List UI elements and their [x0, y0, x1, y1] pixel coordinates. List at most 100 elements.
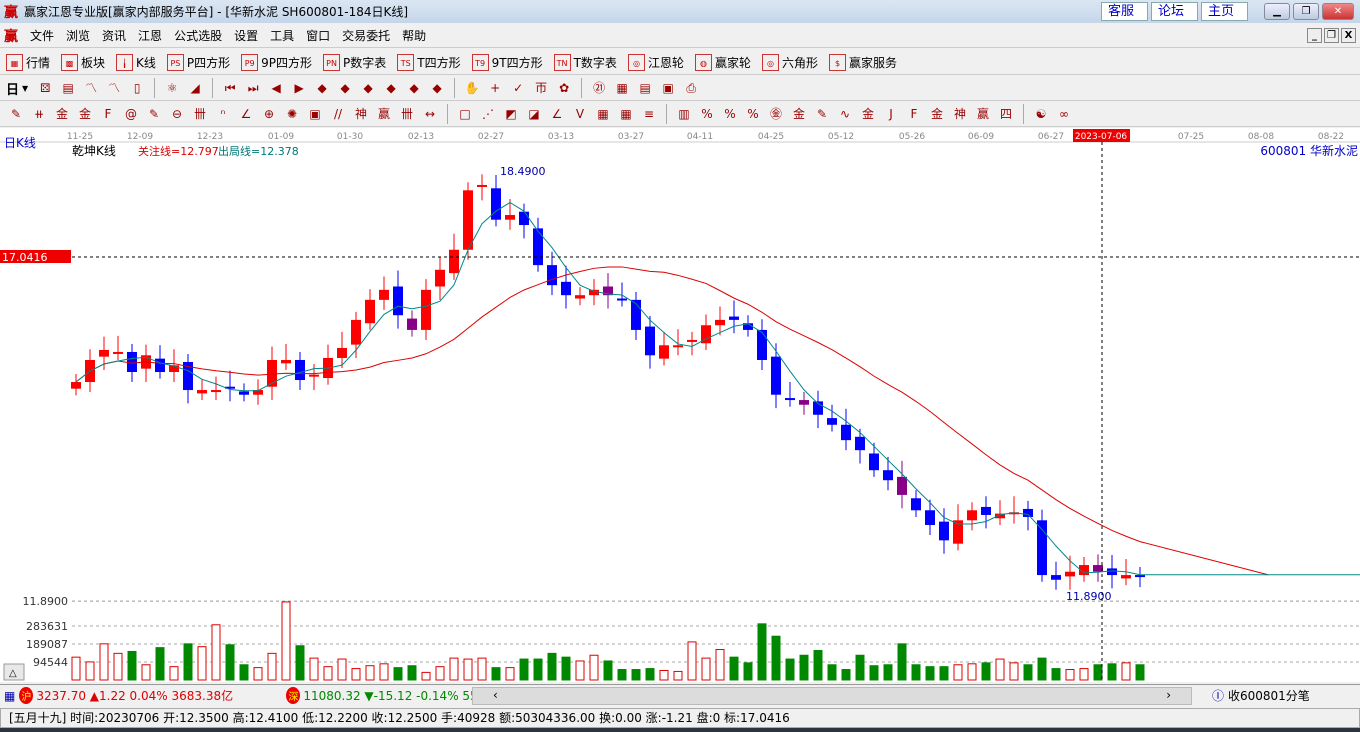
grid-icon[interactable]: 卌: [397, 105, 417, 123]
zoom-in-icon[interactable]: ◆: [404, 79, 424, 97]
circle-icon[interactable]: ⊖: [167, 105, 187, 123]
horizontal-scrollbar[interactable]: ‹ ›: [472, 687, 1192, 705]
pen-icon[interactable]: ✎: [6, 105, 26, 123]
zoom-out-icon[interactable]: ◆: [427, 79, 447, 97]
yinyang-icon[interactable]: ☯: [1031, 105, 1051, 123]
shenzhen-index[interactable]: 11080.32 ▼-15.12 -0.14% 5542.38: [303, 689, 493, 703]
fan4-icon[interactable]: ∠: [547, 105, 567, 123]
win2-icon[interactable]: 赢: [973, 105, 993, 123]
menu-item[interactable]: 江恩: [132, 27, 168, 44]
indicator-icon[interactable]: ⚛: [162, 79, 182, 97]
gold5-icon[interactable]: 金: [858, 105, 878, 123]
toolbar-button[interactable]: ◎ 六角形: [761, 53, 818, 71]
calculator-icon[interactable]: ▦: [612, 79, 632, 97]
shanghai-index[interactable]: 3237.70 ▲1.22 0.04% 3683.38亿: [36, 687, 256, 704]
crosshair-icon[interactable]: +: [485, 79, 505, 97]
god2-icon[interactable]: 神: [950, 105, 970, 123]
toolbar-button[interactable]: TS T四方形: [397, 53, 461, 71]
web-icon[interactable]: ✺: [282, 105, 302, 123]
toolbar-button[interactable]: PS P四方形: [166, 53, 230, 71]
formula-icon[interactable]: ✿: [554, 79, 574, 97]
gold6-icon[interactable]: 金: [927, 105, 947, 123]
fan2-icon[interactable]: ◩: [501, 105, 521, 123]
scroll-right-icon[interactable]: ›: [1166, 688, 1171, 702]
toolbar-button[interactable]: ◎ 江恩轮: [627, 53, 684, 71]
v-icon[interactable]: V: [570, 105, 590, 123]
n2-icon[interactable]: ⁿ: [213, 105, 233, 123]
gold3-icon[interactable]: ㊎: [766, 105, 786, 123]
pen2-icon[interactable]: ✎: [144, 105, 164, 123]
period-select[interactable]: 日: [6, 79, 19, 98]
menu-item[interactable]: 公式选股: [168, 27, 228, 44]
toolbar-button[interactable]: P9 9P四方形: [241, 53, 312, 71]
grid3-icon[interactable]: ▦: [616, 105, 636, 123]
fan-icon[interactable]: ⋰: [478, 105, 498, 123]
homepage-link[interactable]: 主页: [1201, 2, 1248, 21]
god-icon[interactable]: 神: [351, 105, 371, 123]
parallel-icon[interactable]: ⧺: [29, 105, 49, 123]
notes-icon[interactable]: ▤: [58, 79, 78, 97]
four-icon[interactable]: 四: [996, 105, 1016, 123]
gold2-icon[interactable]: 金: [75, 105, 95, 123]
close-button[interactable]: ✕: [1322, 3, 1354, 20]
angle-icon[interactable]: ∠: [236, 105, 256, 123]
gradient-icon[interactable]: ◢: [185, 79, 205, 97]
toolbar-button[interactable]: T9 9T四方形: [471, 53, 543, 71]
wave-icon[interactable]: ∿: [835, 105, 855, 123]
menu-item[interactable]: 帮助: [396, 27, 432, 44]
lines2-icon[interactable]: ≡: [639, 105, 659, 123]
gold4-icon[interactable]: 金: [789, 105, 809, 123]
infinity-icon[interactable]: ∞: [1054, 105, 1074, 123]
pct2-icon[interactable]: %: [720, 105, 740, 123]
pct-icon[interactable]: %: [697, 105, 717, 123]
left-icon[interactable]: ◀: [266, 79, 286, 97]
zoom-right-icon[interactable]: ◆: [335, 79, 355, 97]
pct3-icon[interactable]: %: [743, 105, 763, 123]
toolbar-button[interactable]: ◍ 赢家轮: [694, 53, 751, 71]
scroll-left-icon[interactable]: ‹: [493, 688, 498, 702]
wave9-icon[interactable]: 〽: [104, 79, 124, 97]
quote-table-icon[interactable]: ▦: [4, 689, 15, 703]
toolbar-button[interactable]: $ 赢家服务: [828, 53, 897, 71]
kline-chart[interactable]: 11-25 12-09 12-23 01-09 01-30 02-13 02-27 03-13…: [0, 128, 1360, 682]
hand-icon[interactable]: ✋: [462, 79, 482, 97]
print-icon[interactable]: ⎙: [681, 79, 701, 97]
toolbar-button[interactable]: PN P数字表: [323, 53, 386, 71]
customer-service-link[interactable]: 客服: [1101, 2, 1148, 21]
zoom-left-icon[interactable]: ◆: [312, 79, 332, 97]
report-icon[interactable]: ▤: [635, 79, 655, 97]
gold-icon[interactable]: 金: [52, 105, 72, 123]
wave3-icon[interactable]: 〽: [81, 79, 101, 97]
menu-item[interactable]: 文件: [24, 27, 60, 44]
menu-item[interactable]: 浏览: [60, 27, 96, 44]
minimize-button[interactable]: ▁: [1264, 3, 1290, 20]
menu-item[interactable]: 工具: [264, 27, 300, 44]
j-icon[interactable]: J: [881, 105, 901, 123]
toolbar-button[interactable]: ▩ 板块: [61, 53, 105, 71]
mdi-minimize-button[interactable]: _: [1307, 28, 1322, 43]
menu-item[interactable]: 设置: [228, 27, 264, 44]
save-icon[interactable]: ▣: [658, 79, 678, 97]
pen3-icon[interactable]: ✎: [812, 105, 832, 123]
chart-canvas[interactable]: 11-25 12-09 12-23 01-09 01-30 02-13 02-27 03-13…: [0, 128, 1360, 682]
last-icon[interactable]: ⏭: [243, 79, 263, 97]
box-icon[interactable]: □: [455, 105, 475, 123]
grid2-icon[interactable]: ▦: [593, 105, 613, 123]
tick-data-button[interactable]: 收600801分笔: [1228, 687, 1310, 704]
shrink-icon[interactable]: ◆: [381, 79, 401, 97]
draw-icon[interactable]: ✓: [508, 79, 528, 97]
ruler-icon[interactable]: ▥: [674, 105, 694, 123]
target-icon[interactable]: ⊕: [259, 105, 279, 123]
fib-icon[interactable]: F: [98, 105, 118, 123]
forum-link[interactable]: 论坛: [1151, 2, 1198, 21]
square-icon[interactable]: ▣: [305, 105, 325, 123]
slope-icon[interactable]: //: [328, 105, 348, 123]
toolbar-button[interactable]: TN T数字表: [553, 53, 617, 71]
expand-icon[interactable]: ◆: [358, 79, 378, 97]
menu-item[interactable]: 窗口: [300, 27, 336, 44]
f-icon[interactable]: F: [904, 105, 924, 123]
mdi-close-button[interactable]: X: [1341, 28, 1356, 43]
fan3-icon[interactable]: ◪: [524, 105, 544, 123]
lines-icon[interactable]: 卌: [190, 105, 210, 123]
chart-type-icon[interactable]: ⚄: [35, 79, 55, 97]
